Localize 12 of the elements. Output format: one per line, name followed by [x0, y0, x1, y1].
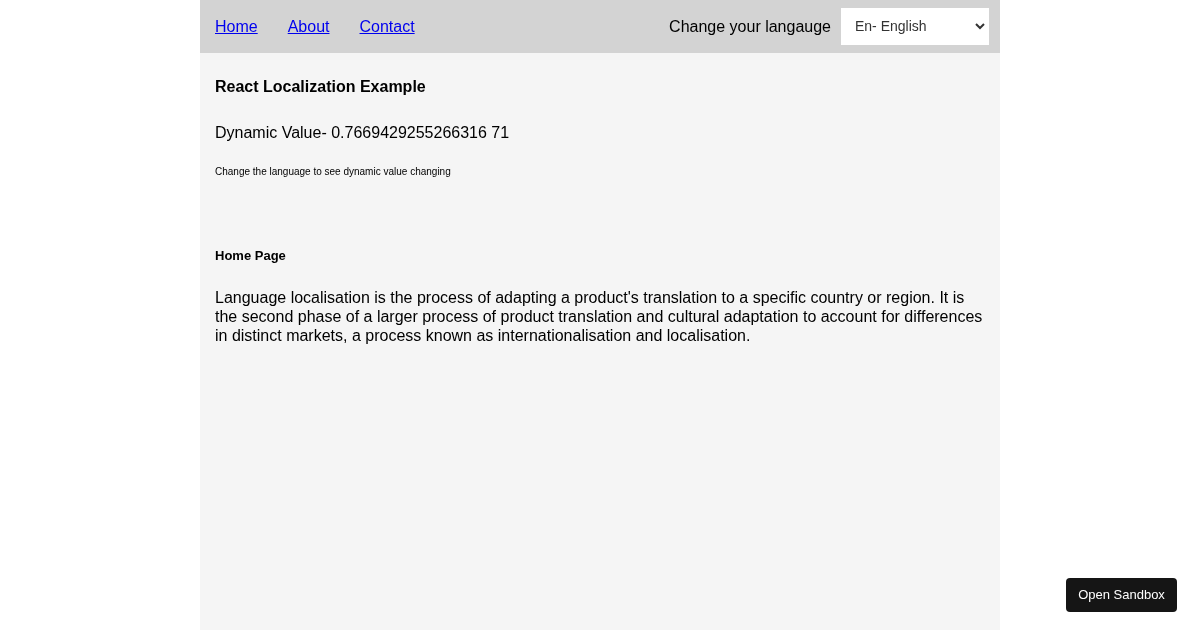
nav-link[interactable]: Contact [359, 14, 415, 39]
dynamic-value-text: Dynamic Value- 0.7669429255266316 71 [215, 123, 511, 143]
language-label: Change your langauge [669, 16, 831, 37]
nav-link[interactable]: Home [215, 14, 258, 39]
nav-link[interactable]: About [287, 14, 330, 39]
open-sandbox-button[interactable]: Open Sandbox [1066, 578, 1177, 612]
chevron-down-icon [975, 23, 985, 30]
description-paragraph: Language localisation is the process of adapting a product's translation to a specific country or region. It is the second phase of a larger process of product translation and cultural adaptation to account for differences in distinct markets, a process known as internationalisation and localisation. [215, 287, 984, 345]
page-title: React Localization Example [215, 77, 427, 97]
hint-text: Change the language to see dynamic value changing [215, 165, 452, 179]
section-heading: Home Page [215, 247, 287, 265]
language-select[interactable]: En- English [841, 8, 989, 45]
